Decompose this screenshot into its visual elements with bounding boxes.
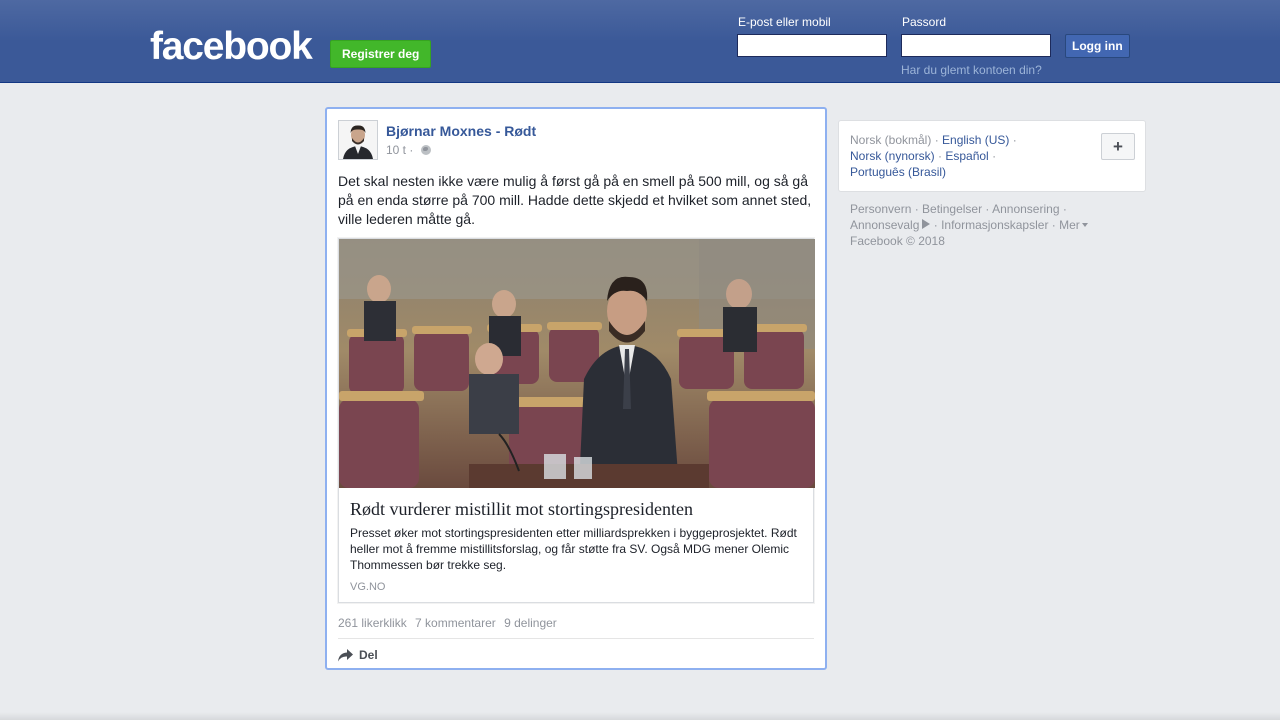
link-preview-image[interactable] — [339, 239, 815, 488]
likes-count[interactable]: 261 likerklikk — [338, 616, 407, 630]
add-language-button[interactable]: + — [1101, 133, 1135, 160]
forgot-account-link[interactable]: Har du glemt kontoen din? — [901, 63, 1042, 77]
language-spanish[interactable]: Español — [945, 149, 988, 163]
language-list: Norsk (bokmål) · English (US) · Norsk (n… — [850, 133, 1017, 179]
footer-more-label: Mer — [1059, 218, 1080, 232]
avatar[interactable] — [338, 120, 378, 160]
share-icon — [338, 648, 353, 661]
link-description: Presset øker mot stortingspresidenten et… — [350, 526, 797, 572]
link-title[interactable]: Rødt vurderer mistillit mot stortingspre… — [350, 499, 805, 520]
password-label: Passord — [902, 15, 947, 29]
post-meta: 10 t · — [386, 143, 431, 157]
meta-separator: · — [409, 143, 414, 157]
facebook-logo[interactable]: facebook — [150, 27, 313, 67]
password-field[interactable] — [901, 34, 1051, 57]
link-preview-card[interactable]: Rødt vurderer mistillit mot stortingspre… — [338, 238, 815, 603]
copyright: Facebook © 2018 — [850, 234, 945, 248]
footer-links: Personvern · Betingelser · Annonsering ·… — [850, 201, 1140, 249]
language-english[interactable]: English (US) — [942, 133, 1009, 147]
post-card: Bjørnar Moxnes - Rødt 10 t · Det skal ne… — [325, 107, 827, 670]
login-button[interactable]: Logg inn — [1065, 34, 1130, 58]
email-label: E-post eller mobil — [738, 15, 831, 29]
footer-cookies[interactable]: Informasjonskapsler — [941, 218, 1048, 232]
email-field[interactable] — [737, 34, 887, 57]
post-author-link[interactable]: Bjørnar Moxnes - Rødt — [386, 123, 536, 139]
top-bar: facebook Registrer deg E-post eller mobi… — [0, 0, 1280, 83]
footer-adchoices[interactable]: Annonsevalg — [850, 218, 931, 232]
footer-adchoices-label: Annonsevalg — [850, 218, 920, 232]
register-button[interactable]: Registrer deg — [330, 40, 432, 68]
post-stats: 261 likerklikk 7 kommentarer 9 delinger — [338, 616, 562, 630]
share-label: Del — [359, 648, 378, 662]
comments-count[interactable]: 7 kommentarer — [415, 616, 496, 630]
bottom-shadow — [0, 712, 1280, 720]
footer-terms[interactable]: Betingelser — [922, 202, 982, 216]
post-divider — [338, 638, 814, 639]
language-portuguese[interactable]: Português (Brasil) — [850, 165, 946, 179]
adchoices-icon — [922, 219, 931, 229]
globe-icon — [420, 145, 431, 155]
caret-down-icon — [1081, 223, 1088, 227]
post-timestamp[interactable]: 10 t — [386, 143, 406, 157]
footer-more[interactable]: Mer — [1059, 218, 1088, 232]
language-nynorsk[interactable]: Norsk (nynorsk) — [850, 149, 935, 163]
link-domain: VG.NO — [350, 581, 386, 593]
current-language: Norsk (bokmål) — [850, 133, 932, 147]
post-text: Det skal nesten ikke være mulig å først … — [338, 173, 812, 227]
share-button[interactable]: Del — [338, 648, 378, 662]
footer-advertising[interactable]: Annonsering — [992, 202, 1059, 216]
shares-count[interactable]: 9 delinger — [504, 616, 557, 630]
footer-privacy[interactable]: Personvern — [850, 202, 911, 216]
language-selector: Norsk (bokmål) · English (US) · Norsk (n… — [838, 120, 1146, 192]
